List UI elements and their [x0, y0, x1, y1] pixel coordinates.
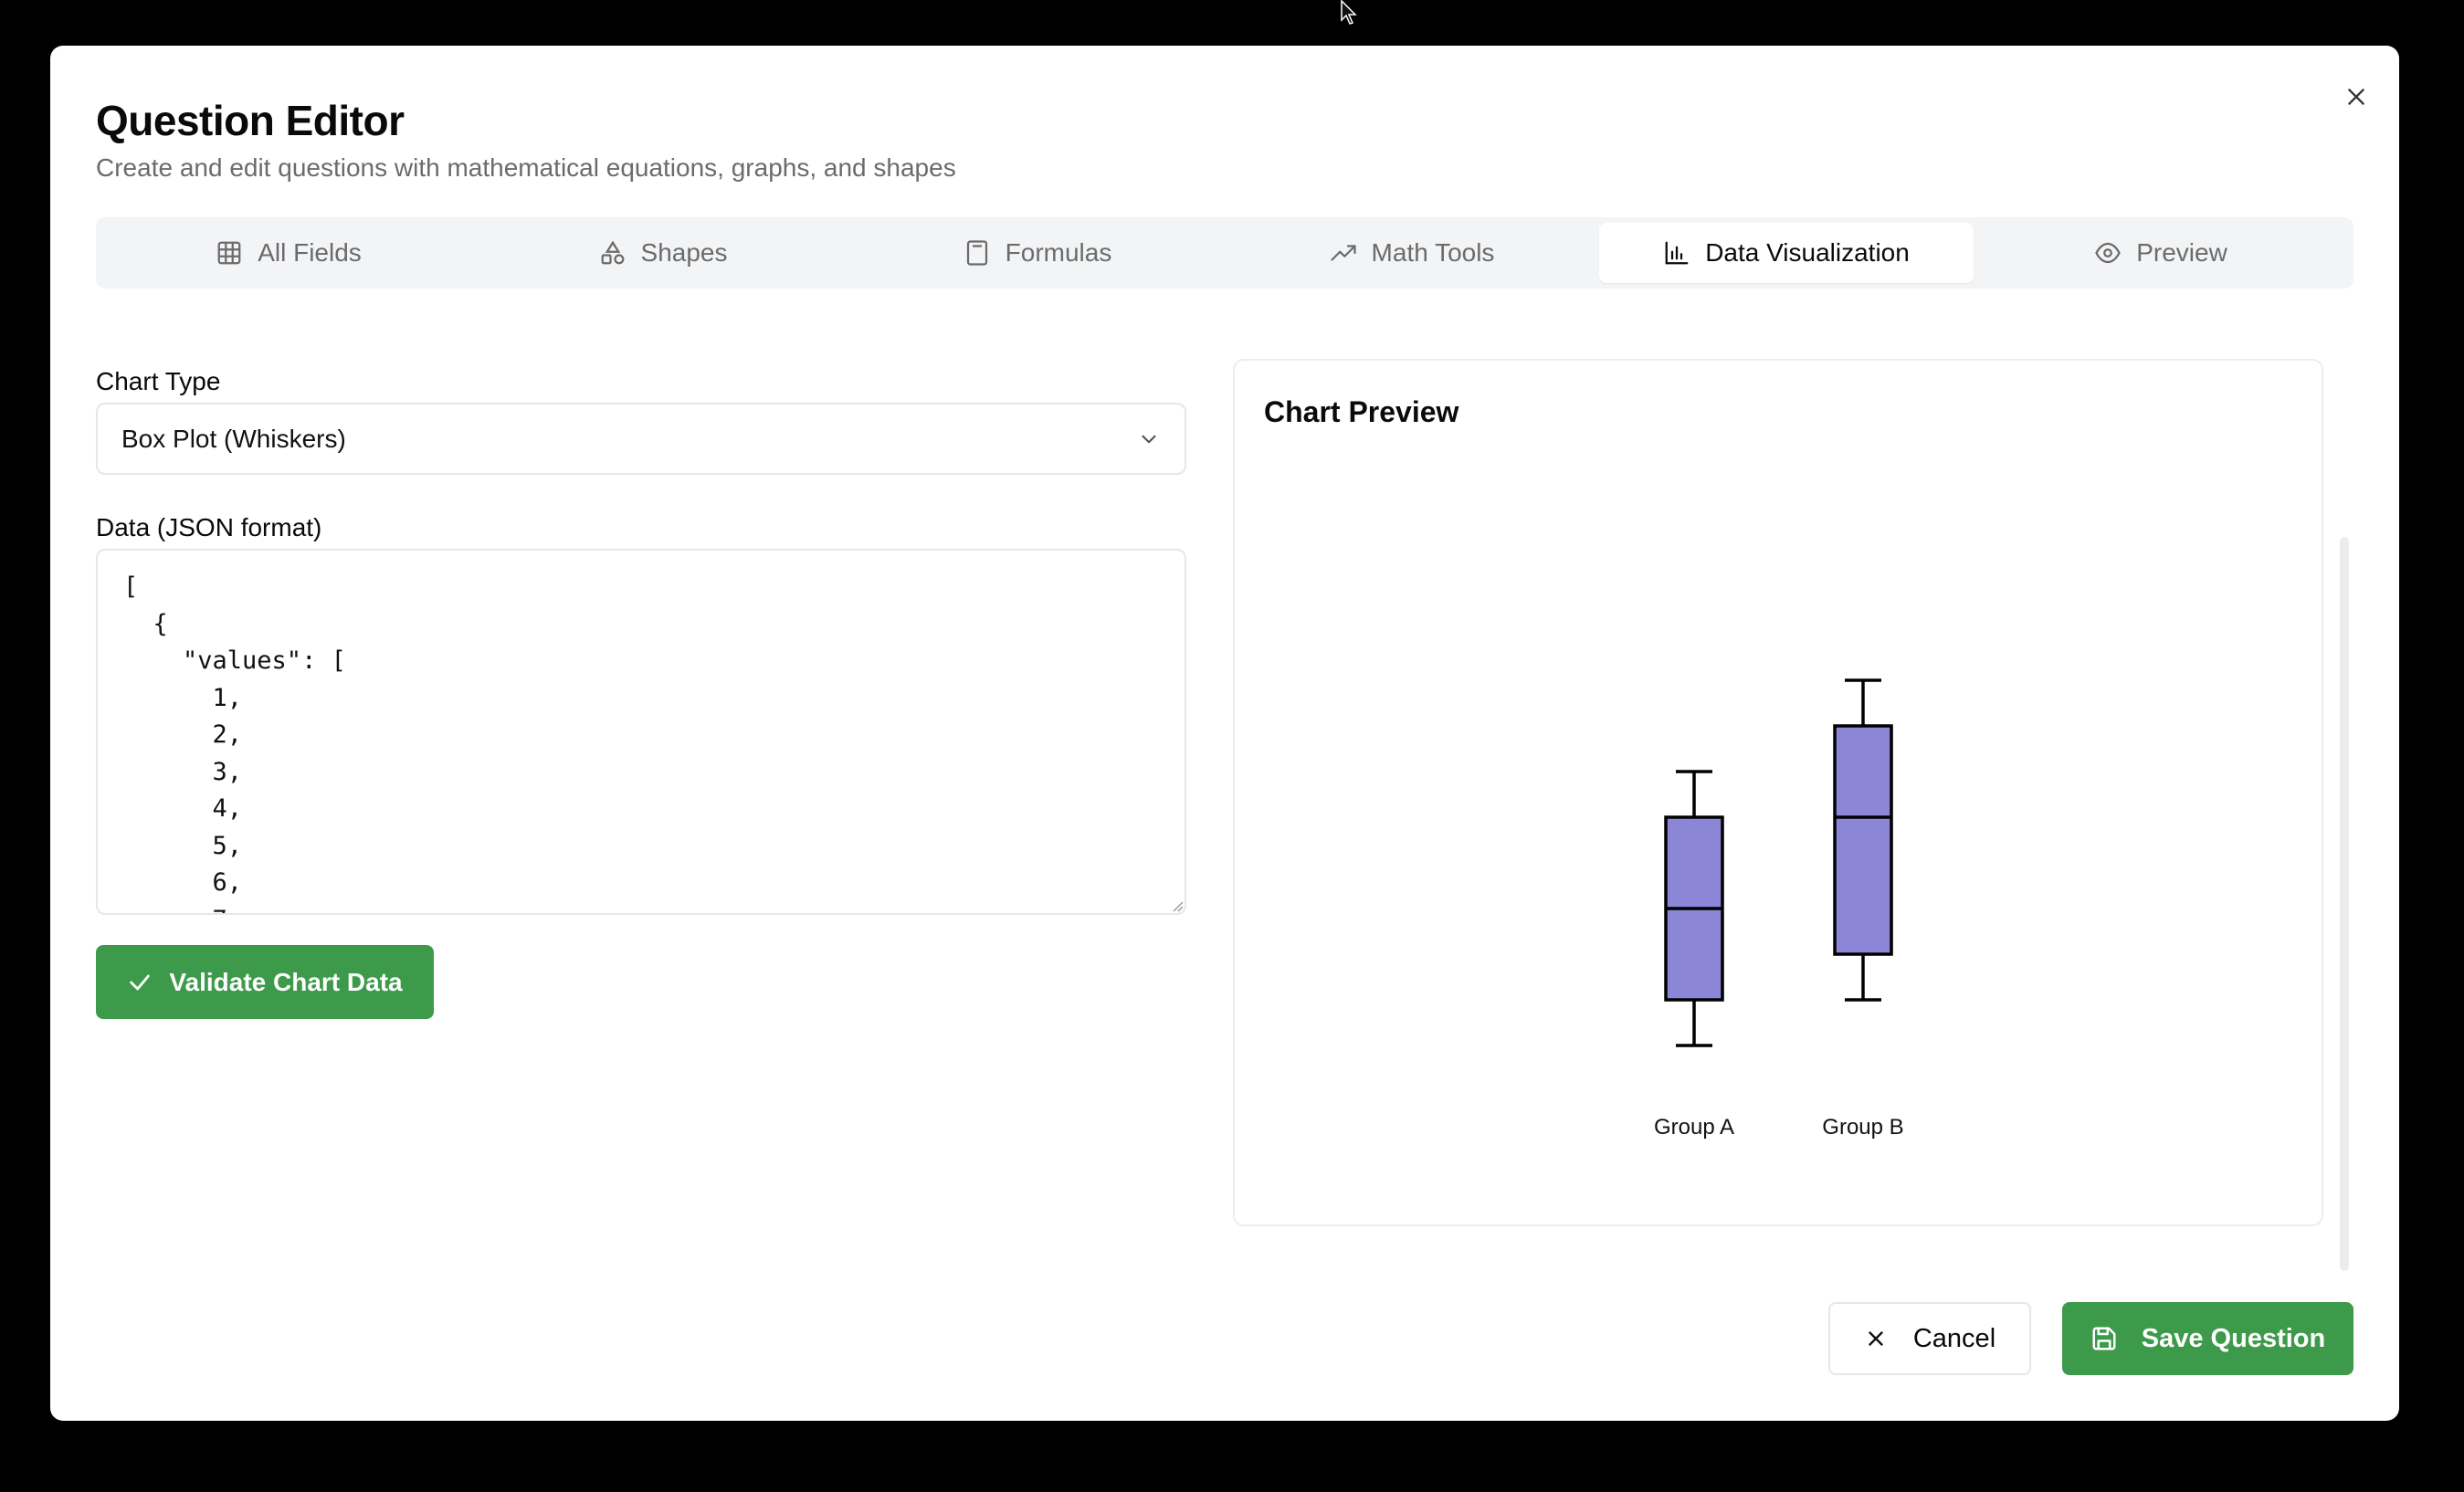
data-json-label: Data (JSON format)	[96, 513, 322, 541]
cancel-button[interactable]: Cancel	[1828, 1302, 2031, 1375]
grid-icon	[217, 241, 241, 265]
save-label: Save Question	[2141, 1323, 2326, 1353]
box-iqr	[1833, 724, 1893, 956]
tab-label: All Fields	[258, 238, 362, 267]
box-plot-chart: Group A Group B	[1654, 678, 1904, 1140]
save-icon	[2092, 1327, 2116, 1350]
close-icon	[2348, 89, 2364, 105]
check-icon	[130, 974, 151, 990]
resize-grip-icon[interactable]	[1168, 897, 1185, 913]
tab-label: Data Visualization	[1705, 238, 1910, 267]
tab-label: Formulas	[1005, 238, 1112, 267]
tab-all-fields[interactable]: All Fields	[101, 223, 476, 283]
trending-up-icon	[1330, 245, 1356, 261]
tab-shapes[interactable]: Shapes	[476, 223, 850, 283]
chart-type-value: Box Plot (Whiskers)	[121, 424, 346, 453]
tab-math-tools[interactable]: Math Tools	[1225, 223, 1599, 283]
category-label: Group A	[1654, 1115, 1734, 1140]
chart-preview-card: Chart Preview Group A Group B	[1233, 359, 2323, 1226]
shapes-icon	[601, 240, 624, 265]
validate-chart-data-button[interactable]: Validate Chart Data	[96, 945, 434, 1019]
chart-type-label: Chart Type	[96, 367, 221, 395]
save-question-button[interactable]: Save Question	[2062, 1302, 2353, 1375]
validate-label: Validate Chart Data	[169, 967, 403, 996]
data-json-textarea[interactable]: [ { "values": [ 1, 2, 3, 4, 5, 6, 7	[96, 549, 1186, 915]
scrollbar[interactable]	[2340, 537, 2349, 1271]
tab-formulas[interactable]: Formulas	[850, 223, 1225, 283]
chart-type-select[interactable]: Box Plot (Whiskers)	[96, 403, 1186, 475]
close-icon	[1869, 1331, 1883, 1346]
mouse-cursor-icon	[1341, 0, 1357, 25]
tab-data-visualization[interactable]: Data Visualization	[1599, 223, 1974, 283]
tab-preview[interactable]: Preview	[1974, 223, 2348, 283]
dialog-subtitle: Create and edit questions with mathemati…	[96, 153, 956, 182]
bar-chart-icon	[1665, 241, 1689, 265]
chevron-down-icon	[1142, 435, 1156, 443]
tab-label: Shapes	[640, 238, 728, 267]
category-label: Group B	[1822, 1115, 1903, 1140]
tab-label: Preview	[2136, 238, 2227, 267]
tab-bar: All Fields Shapes Formulas Math Tools Da…	[96, 217, 2353, 289]
dialog-title: Question Editor	[96, 97, 405, 144]
cancel-label: Cancel	[1912, 1323, 1996, 1353]
eye-icon	[2095, 242, 2121, 264]
close-button[interactable]	[2338, 79, 2374, 115]
calculator-icon	[966, 240, 987, 266]
tab-label: Math Tools	[1371, 238, 1495, 267]
